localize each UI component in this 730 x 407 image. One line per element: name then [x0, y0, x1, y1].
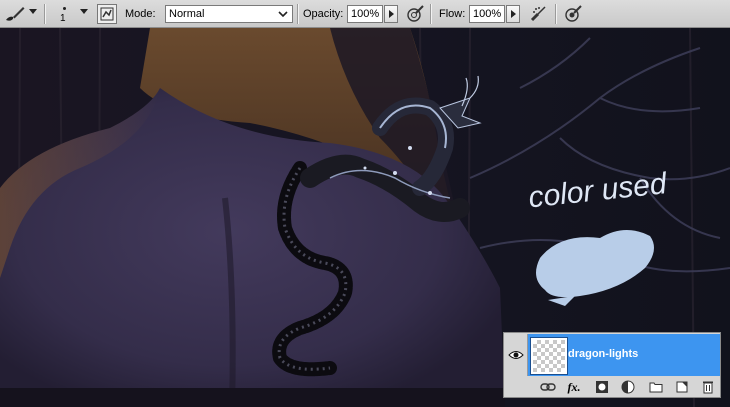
- opacity-slider-button[interactable]: [384, 5, 398, 23]
- layers-panel: dragon-lights fx.: [503, 332, 721, 398]
- brush-preset-picker[interactable]: 1: [55, 3, 75, 25]
- tablet-pressure-opacity-icon[interactable]: [404, 3, 426, 25]
- trash-icon[interactable]: [700, 379, 716, 395]
- chevron-down-icon: [276, 6, 290, 22]
- options-bar: 1 Mode: Normal Opacity: 100% Flow: 100%: [0, 0, 730, 28]
- separator: [555, 4, 556, 24]
- group-folder-icon[interactable]: [648, 379, 664, 395]
- brush-panel-toggle-icon[interactable]: [97, 4, 117, 24]
- separator: [44, 4, 45, 24]
- separator: [430, 4, 431, 24]
- layer-thumbnail[interactable]: [530, 337, 568, 375]
- flow-input[interactable]: 100%: [469, 5, 505, 23]
- tablet-pressure-size-icon[interactable]: [562, 3, 584, 25]
- fx-icon[interactable]: fx.: [566, 379, 582, 395]
- opacity-input[interactable]: 100%: [347, 5, 383, 23]
- layers-panel-footer: fx.: [504, 377, 720, 397]
- link-layers-icon[interactable]: [540, 379, 556, 395]
- adjustment-layer-icon[interactable]: [620, 379, 636, 395]
- mode-label: Mode:: [125, 8, 156, 20]
- brush-preset-dropdown-arrow[interactable]: [80, 9, 88, 14]
- flow-slider-button[interactable]: [506, 5, 520, 23]
- flow-label: Flow:: [439, 8, 466, 20]
- brush-size-value: 1: [60, 13, 66, 24]
- blend-mode-select[interactable]: Normal: [165, 5, 293, 23]
- layer-mask-icon[interactable]: [594, 379, 610, 395]
- brush-tool-icon[interactable]: [4, 3, 26, 25]
- airbrush-icon[interactable]: [528, 3, 550, 25]
- layer-name[interactable]: dragon-lights: [568, 348, 638, 360]
- opacity-label: Opacity:: [303, 8, 344, 20]
- tool-preset-dropdown-arrow[interactable]: [29, 9, 37, 14]
- visibility-eye-icon[interactable]: [504, 334, 528, 376]
- separator: [297, 4, 298, 24]
- blend-mode-value: Normal: [169, 8, 205, 20]
- brush-tip-dot-icon: [63, 7, 66, 10]
- new-layer-icon[interactable]: [674, 379, 690, 395]
- layer-row[interactable]: dragon-lights: [504, 334, 720, 376]
